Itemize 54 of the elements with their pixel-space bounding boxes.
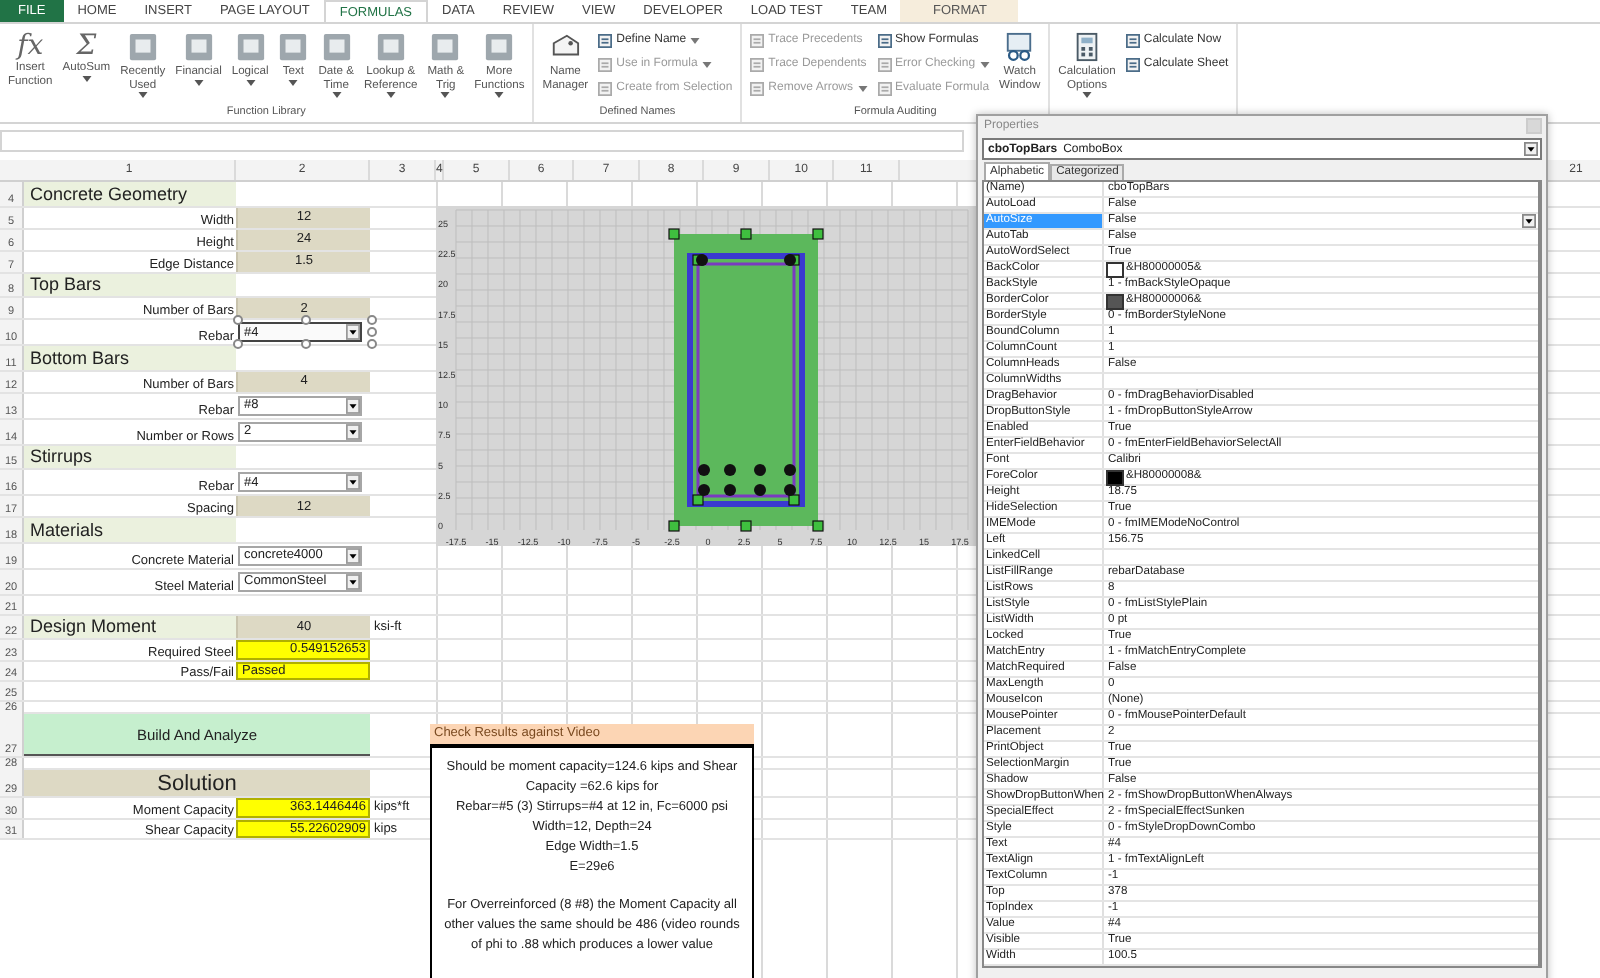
caret-icon bbox=[193, 79, 204, 85]
caret-icon bbox=[385, 92, 396, 98]
caret-icon bbox=[331, 92, 342, 98]
section-heading: Stirrups bbox=[24, 445, 236, 468]
small-grid-icon bbox=[750, 57, 765, 71]
section-heading: Materials bbox=[24, 518, 236, 541]
selection-handle[interactable] bbox=[233, 315, 243, 325]
caret-icon bbox=[81, 75, 92, 81]
book-icon bbox=[321, 32, 352, 62]
book-icon bbox=[375, 32, 406, 62]
dropdown-arrow-icon bbox=[346, 573, 360, 589]
dropdown-arrow-icon bbox=[346, 547, 360, 563]
small-grid-icon bbox=[598, 81, 613, 95]
dropdown-arrow-icon bbox=[346, 324, 360, 340]
dropdown-arrow-icon bbox=[346, 397, 360, 413]
section-heading: Bottom Bars bbox=[24, 346, 236, 369]
small-grid-icon bbox=[877, 81, 892, 95]
selection-handle[interactable] bbox=[300, 339, 310, 349]
formula-symbol-icon: Σ bbox=[76, 30, 97, 62]
small-grid-icon bbox=[598, 57, 613, 71]
caret-icon bbox=[979, 61, 990, 67]
caret-icon bbox=[288, 79, 299, 85]
small-grid-icon bbox=[877, 33, 892, 47]
book-icon bbox=[127, 32, 158, 62]
dropdown-arrow-icon bbox=[346, 474, 360, 490]
dropdown-arrow-icon bbox=[346, 423, 360, 439]
caret-icon bbox=[440, 92, 451, 98]
formula-symbol-icon: fx bbox=[17, 30, 44, 62]
book-icon bbox=[278, 32, 309, 62]
caret-icon bbox=[494, 92, 505, 98]
section-heading: Concrete Geometry bbox=[24, 182, 236, 205]
small-grid-icon bbox=[1125, 33, 1140, 47]
caret-icon bbox=[701, 61, 712, 67]
small-grid-icon bbox=[598, 33, 613, 47]
book-icon bbox=[235, 32, 266, 62]
small-grid-icon bbox=[750, 81, 765, 95]
caret-icon bbox=[245, 79, 256, 85]
book-icon bbox=[484, 32, 515, 62]
book-icon bbox=[183, 32, 214, 62]
section-heading: Top Bars bbox=[24, 273, 236, 296]
solution-heading: Solution bbox=[24, 770, 370, 796]
caret-icon bbox=[857, 85, 868, 91]
glasses-window-icon bbox=[1004, 32, 1035, 62]
book-icon bbox=[430, 32, 461, 62]
small-grid-icon bbox=[750, 33, 765, 47]
caret-icon bbox=[137, 92, 148, 98]
dropdown-arrow-icon bbox=[1524, 142, 1538, 156]
caret-icon bbox=[1082, 92, 1093, 98]
calculator-icon bbox=[1072, 32, 1103, 62]
small-grid-icon bbox=[877, 57, 892, 71]
caret-icon bbox=[690, 37, 701, 43]
section-heading: Design Moment bbox=[24, 615, 236, 638]
small-grid-icon bbox=[1125, 57, 1140, 71]
selection-handle[interactable] bbox=[300, 315, 310, 325]
